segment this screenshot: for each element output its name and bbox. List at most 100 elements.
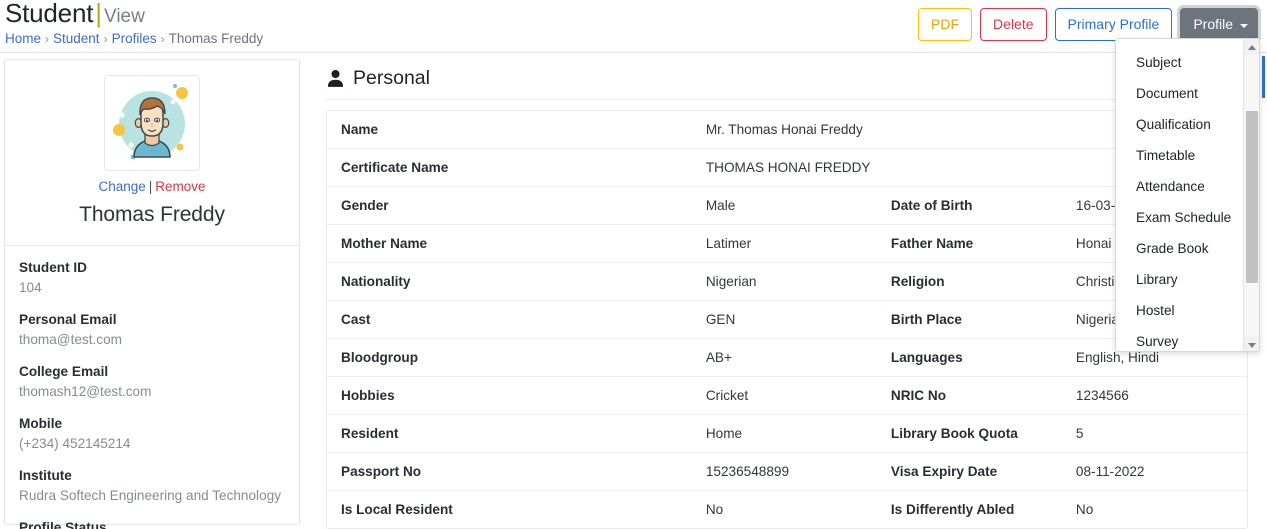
- avatar[interactable]: [104, 75, 200, 171]
- row-label: Cast: [341, 312, 371, 327]
- row-value: 15236548899: [705, 464, 790, 479]
- table-row: Gender Male Date of Birth 16-03-1999: [327, 187, 1247, 225]
- page-title-sub: View: [104, 6, 145, 27]
- row-label-secondary: Religion: [890, 274, 945, 289]
- personal-info-table-wrapper: Name Mr. Thomas Honai Freddy Certificate…: [326, 110, 1248, 529]
- student-avatar-illustration: [113, 84, 189, 160]
- dropdown-item-attendance[interactable]: Attendance: [1116, 171, 1245, 202]
- row-value-secondary: No: [1075, 502, 1094, 517]
- detail-label: Mobile: [19, 416, 63, 431]
- row-label: Passport No: [341, 464, 422, 479]
- header-divider: [0, 52, 1267, 53]
- row-value-secondary: 5: [1075, 426, 1084, 441]
- row-value: Latimer: [705, 236, 752, 251]
- dropdown-item-document[interactable]: Document: [1116, 78, 1245, 109]
- detail-value: thomash12@test.com: [19, 384, 152, 399]
- row-label-secondary: Is Differently Abled: [890, 502, 1015, 517]
- scroll-down-arrow-icon[interactable]: [1244, 337, 1259, 351]
- section-heading-label: Personal: [353, 67, 430, 89]
- row-value: Nigerian: [705, 274, 757, 289]
- primary-profile-button[interactable]: Primary Profile: [1054, 8, 1173, 41]
- row-label: Hobbies: [341, 388, 395, 403]
- scroll-up-arrow-icon[interactable]: [1244, 39, 1259, 55]
- section-divider: [326, 99, 1248, 100]
- chevron-down-icon: [1240, 23, 1248, 28]
- page-title: Student| View: [5, 0, 145, 29]
- row-value: GEN: [705, 312, 736, 327]
- breadcrumb-separator: ›: [103, 32, 108, 46]
- row-label-secondary: Visa Expiry Date: [890, 464, 998, 479]
- row-label: Bloodgroup: [341, 350, 419, 365]
- profile-dropdown-menu[interactable]: Subject Document Qualification Timetable…: [1115, 38, 1260, 352]
- profile-dropdown-label: Profile: [1193, 16, 1233, 32]
- table-row: Is Local Resident No Is Differently Able…: [327, 491, 1247, 529]
- profile-name: Thomas Freddy: [79, 203, 225, 226]
- detail-student-id: Student ID 104: [19, 258, 285, 298]
- profile-summary-card: Change | Remove Thomas Freddy Student ID 1…: [4, 59, 300, 529]
- profile-dropdown-button[interactable]: Profile: [1180, 8, 1258, 41]
- table-row: Nationality Nigerian Religion Christian: [327, 263, 1247, 301]
- row-label-secondary: Father Name: [890, 236, 974, 251]
- table-row: Passport No 15236548899 Visa Expiry Date…: [327, 453, 1247, 491]
- remove-avatar-link[interactable]: Remove: [155, 179, 205, 194]
- table-row: Certificate Name THOMAS HONAI FREDDY: [327, 149, 1247, 187]
- detail-value: 104: [19, 280, 42, 295]
- dropdown-item-subject[interactable]: Subject: [1116, 47, 1245, 78]
- breadcrumb-separator: ›: [45, 32, 50, 46]
- row-label-secondary: Library Book Quota: [890, 426, 1018, 441]
- row-value: Cricket: [705, 388, 749, 403]
- row-label: Gender: [341, 198, 389, 213]
- table-row: Hobbies Cricket NRIC No 1234566: [327, 377, 1247, 415]
- page-header: Student| View Home › Student › Profiles › Thoma…: [0, 0, 1267, 56]
- row-label-secondary: NRIC No: [890, 388, 947, 403]
- dropdown-item-qualification[interactable]: Qualification: [1116, 109, 1245, 140]
- breadcrumb-item-home[interactable]: Home: [5, 31, 41, 46]
- avatar-actions: Change | Remove: [5, 179, 299, 194]
- row-label-secondary: Date of Birth: [890, 198, 973, 213]
- row-value-secondary: 08-11-2022: [1075, 464, 1145, 479]
- avatar-actions-separator: |: [148, 179, 153, 194]
- table-row: Cast GEN Birth Place Nigeria: [327, 301, 1247, 339]
- pdf-button[interactable]: PDF: [918, 8, 973, 41]
- breadcrumb-item-student[interactable]: Student: [53, 31, 100, 46]
- header-action-buttons: PDF Delete Primary Profile Profile: [918, 8, 1258, 41]
- page-title-separator: |: [95, 0, 102, 28]
- dropdown-item-hostel[interactable]: Hostel: [1116, 295, 1245, 326]
- row-value: No: [705, 502, 724, 517]
- row-value: AB+: [705, 350, 732, 365]
- breadcrumb-item-current: Thomas Freddy: [168, 31, 264, 46]
- personal-info-table: Name Mr. Thomas Honai Freddy Certificate…: [327, 111, 1247, 528]
- detail-mobile: Mobile (+234) 452145214: [19, 414, 285, 454]
- change-avatar-link[interactable]: Change: [98, 179, 145, 194]
- row-value: Male: [705, 198, 736, 213]
- row-label-secondary: Languages: [890, 350, 963, 365]
- detail-label: Student ID: [19, 260, 87, 275]
- row-label-secondary: Birth Place: [890, 312, 962, 327]
- detail-profile-status: Profile Status Active: [19, 518, 285, 529]
- row-label: Is Local Resident: [341, 502, 453, 517]
- row-label: Name: [341, 122, 379, 137]
- dropdown-scrollbar[interactable]: [1243, 39, 1259, 351]
- table-row: Name Mr. Thomas Honai Freddy: [327, 111, 1247, 149]
- detail-label: Personal Email: [19, 312, 117, 327]
- breadcrumb-item-profiles[interactable]: Profiles: [112, 31, 157, 46]
- dropdown-item-library[interactable]: Library: [1116, 264, 1245, 295]
- row-value: Home: [705, 426, 743, 441]
- detail-personal-email: Personal Email thoma@test.com: [19, 310, 285, 350]
- detail-label: Institute: [19, 468, 72, 483]
- detail-institute: Institute Rudra Softech Engineering and …: [19, 466, 285, 506]
- page-scrollbar-indicator[interactable]: [1262, 56, 1265, 98]
- dropdown-scrollbar-thumb[interactable]: [1246, 111, 1258, 283]
- profile-details-list: Student ID 104 Personal Email thoma@test…: [5, 246, 299, 529]
- detail-college-email: College Email thomash12@test.com: [19, 362, 285, 402]
- dropdown-item-survey[interactable]: Survey: [1116, 326, 1245, 351]
- profile-dropdown-list: Subject Document Qualification Timetable…: [1116, 39, 1245, 351]
- dropdown-item-grade-book[interactable]: Grade Book: [1116, 233, 1245, 264]
- delete-button[interactable]: Delete: [980, 8, 1047, 41]
- page-root: Student| View Home › Student › Profiles › Thoma…: [0, 0, 1267, 529]
- row-value-secondary: 1234566: [1075, 388, 1129, 403]
- dropdown-item-exam-schedule[interactable]: Exam Schedule: [1116, 202, 1245, 233]
- page-title-main: Student: [5, 0, 94, 28]
- dropdown-item-timetable[interactable]: Timetable: [1116, 140, 1245, 171]
- person-icon: [327, 69, 344, 87]
